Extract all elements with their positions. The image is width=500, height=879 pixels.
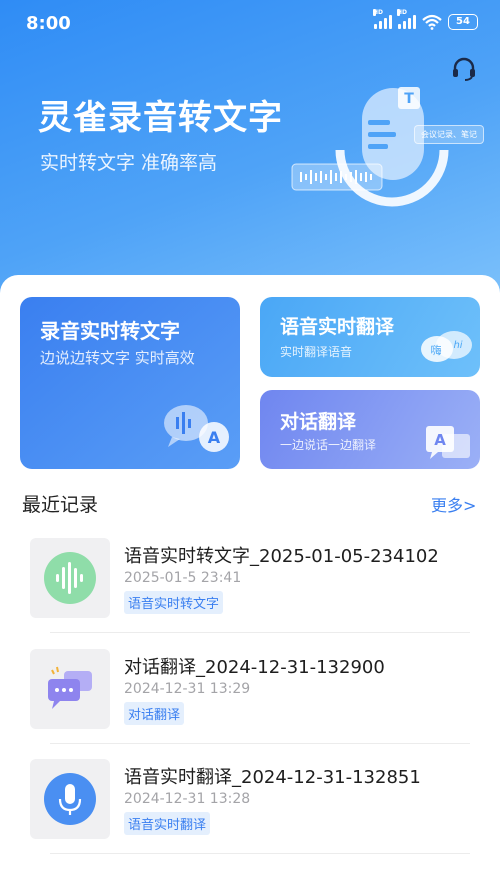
svg-text:A: A: [208, 428, 221, 447]
more-link[interactable]: 更多>: [431, 492, 476, 516]
record-transcribe-card[interactable]: 录音实时转文字 边说边转文字 实时高效 A: [20, 297, 240, 469]
svg-text:嗨: 嗨: [431, 343, 442, 357]
item-thumbnail: [30, 759, 110, 839]
status-icons: HD HD 54: [373, 9, 478, 30]
illustration-tag: 会议记录、笔记: [414, 125, 484, 144]
battery-icon: 54: [448, 14, 478, 30]
microphone-icon: [44, 773, 96, 825]
text-badge: T: [404, 91, 414, 107]
svg-text:hi: hi: [453, 340, 462, 351]
headset-icon[interactable]: [450, 55, 478, 83]
dialog-translate-icon: A: [426, 426, 470, 459]
waveform-icon: [44, 552, 96, 604]
chat-bubbles-icon: [48, 666, 92, 709]
translate-card-title: 语音实时翻译: [280, 316, 395, 338]
item-name: 对话翻译_2024-12-31-132900: [124, 657, 385, 678]
status-bar: 8:00 HD HD 54: [0, 0, 500, 46]
item-name: 语音实时转文字_2025-01-05-234102: [124, 546, 439, 567]
signal-icon: HD: [397, 9, 416, 29]
item-thumbnail: [30, 538, 110, 618]
record-card-subtitle: 边说边转文字 实时高效: [40, 349, 195, 367]
recent-records-title: 最近记录: [22, 494, 99, 516]
item-tag: 对话翻译: [124, 702, 185, 725]
dialog-translate-card[interactable]: 对话翻译 一边说话一边翻译 A: [260, 390, 480, 469]
item-time: 2024-12-31 13:29: [124, 681, 251, 697]
item-time: 2025-01-5 23:41: [124, 570, 242, 586]
hero-subtitle: 实时转文字 准确率高: [40, 152, 218, 174]
microphone-illustration: T: [291, 87, 449, 207]
divider: [50, 853, 470, 854]
record-card-title: 录音实时转文字: [40, 319, 180, 343]
item-tag: 语音实时翻译: [124, 812, 211, 835]
item-name: 语音实时翻译_2024-12-31-132851: [124, 767, 421, 788]
item-tag: 语音实时转文字: [124, 591, 224, 614]
item-time: 2024-12-31 13:28: [124, 791, 251, 807]
dialog-card-subtitle: 一边说话一边翻译: [280, 438, 377, 452]
translate-card-subtitle: 实时翻译语音: [280, 345, 353, 359]
item-thumbnail: [30, 649, 110, 729]
voice-to-text-icon: A: [164, 405, 229, 452]
divider: [50, 632, 470, 633]
hero-banner: 8:00 HD HD 54 灵雀录音转文字 实时转文字 准确率高 T 会议记录、…: [0, 0, 500, 300]
divider: [50, 743, 470, 744]
voice-translate-card[interactable]: 语音实时翻译 实时翻译语音 嗨 hi: [260, 297, 480, 377]
dialog-card-title: 对话翻译: [280, 411, 357, 433]
signal-icon: HD: [373, 9, 392, 29]
svg-text:A: A: [434, 431, 446, 449]
wifi-icon: [422, 14, 442, 30]
hero-title: 灵雀录音转文字: [38, 98, 283, 138]
translate-bubbles-icon: 嗨 hi: [421, 331, 472, 362]
status-time: 8:00: [26, 13, 71, 34]
